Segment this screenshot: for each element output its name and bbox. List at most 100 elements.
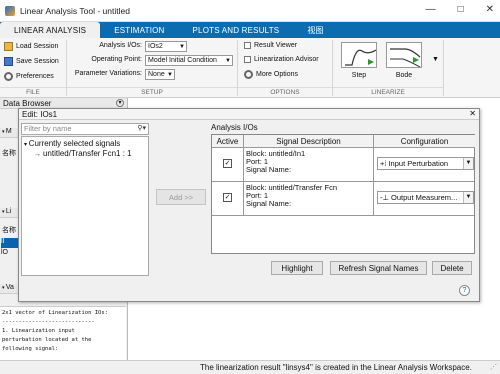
help-icon[interactable]: ?: [459, 285, 470, 296]
tree-root-label: Currently selected signals: [28, 139, 121, 148]
section-header-li[interactable]: ▾ Li: [0, 208, 18, 218]
step-label: Step: [351, 72, 367, 79]
tab-plots-and-results[interactable]: PLOTS AND RESULTS: [179, 22, 294, 38]
tab-linear-analysis[interactable]: LINEAR ANALYSIS: [0, 22, 101, 38]
filter-input[interactable]: Filter by name ⚲▾: [21, 123, 149, 135]
chevron-down-icon: ▼: [463, 192, 473, 203]
chevron-down-icon: ▼: [432, 56, 439, 63]
step-plot-icon: [341, 42, 377, 68]
column-header-configuration[interactable]: Configuration: [374, 135, 475, 148]
result-viewer-label: Result Viewer: [254, 42, 298, 49]
panel-menu-icon[interactable]: ▾: [116, 99, 124, 107]
name-column-header: 名称: [2, 150, 16, 157]
list-item[interactable]: lO: [1, 249, 18, 259]
active-checkbox[interactable]: ✓: [223, 193, 232, 202]
window-title-bar: Linear Analysis Tool - untitled — □ ✕: [0, 0, 500, 22]
file-group-label: FILE: [0, 87, 66, 97]
ribbon: Load Session Save Session Preferences FI…: [0, 38, 500, 98]
signal-name-text: Signal Name:: [246, 199, 292, 208]
section-header-m[interactable]: ▾ M: [0, 128, 18, 138]
console-line: following signal:: [2, 346, 59, 352]
checkbox-icon: [244, 56, 251, 63]
checkbox-icon: [244, 42, 251, 49]
bode-button[interactable]: Bode: [382, 42, 426, 87]
operating-point-value: Model Initial Condition: [148, 57, 217, 64]
operating-point-select[interactable]: Model Initial Condition ▼: [145, 55, 233, 66]
highlight-button[interactable]: Highlight: [271, 261, 323, 275]
column-header-active[interactable]: Active: [212, 135, 244, 148]
setup-group-label: SETUP: [67, 87, 237, 97]
tree-node-signal[interactable]: → untitled/Transfer Fcn1 : 1: [22, 148, 148, 158]
configuration-select[interactable]: +⁞ Input Perturbation ▼: [377, 157, 474, 170]
tab-view[interactable]: 视图: [293, 22, 337, 38]
column-header-signal-description[interactable]: Signal Description: [244, 135, 374, 148]
name-column-header-2: 名称: [2, 227, 16, 234]
chevron-down-icon: ▼: [463, 158, 473, 169]
gear-icon: [4, 72, 13, 81]
chevron-down-icon: ▼: [167, 72, 173, 78]
linearization-advisor-label: Linearization Advisor: [254, 56, 319, 63]
window-title: Linear Analysis Tool - untitled: [20, 5, 130, 16]
active-checkbox[interactable]: ✓: [223, 159, 232, 168]
step-button[interactable]: Step: [337, 42, 381, 87]
section-li-label: Li: [5, 208, 12, 215]
add-button[interactable]: Add >>: [156, 189, 206, 205]
tree-child-label: untitled/Transfer Fcn1 : 1: [42, 149, 132, 158]
list-item[interactable]: lI: [1, 238, 18, 248]
preferences-button[interactable]: Preferences: [4, 72, 54, 81]
console-line: 2x1 vector of Linearization IOs:: [2, 310, 108, 316]
table-row: ✓ Block: untitled/Transfer Fcn Port: 1 S…: [212, 182, 474, 216]
maximize-button[interactable]: □: [458, 4, 464, 15]
status-bar: The linearization result "linsys4" is cr…: [0, 360, 500, 374]
ribbon-tab-bar: LINEAR ANALYSIS ESTIMATION PLOTS AND RES…: [0, 22, 500, 38]
close-button[interactable]: ✕: [486, 4, 494, 15]
more-options-button[interactable]: More Options: [244, 70, 298, 79]
parameter-variations-label: Parameter Variations:: [74, 70, 142, 77]
section-va-label: Va: [5, 284, 14, 291]
data-browser-label: Data Browser: [3, 98, 52, 108]
matlab-app-icon: [5, 5, 15, 16]
tree-node-root[interactable]: ▾ Currently selected signals: [22, 137, 148, 148]
signal-description-cell: Block: untitled/In1 Port: 1 Signal Name:: [244, 148, 374, 182]
configuration-value: Input Perturbation: [388, 159, 449, 168]
section-m-label: M: [5, 128, 12, 135]
configuration-select[interactable]: -⊥ Output Measurem... ▼: [377, 191, 474, 204]
load-session-button[interactable]: Load Session: [4, 42, 58, 51]
load-session-label: Load Session: [16, 43, 59, 50]
dialog-title-bar: Edit: IOs1 ✕: [19, 109, 479, 120]
analysis-ios-value: IOs2: [148, 43, 163, 50]
ribbon-divider: [443, 40, 444, 96]
analysis-ios-section-title: Analysis I/Os: [211, 123, 258, 132]
signal-icon: →: [34, 151, 43, 158]
minimize-button[interactable]: —: [426, 4, 436, 15]
signal-name-text: Signal Name:: [246, 165, 292, 174]
chevron-down-icon: ▼: [179, 44, 185, 50]
parameter-variations-select[interactable]: None ▼: [145, 69, 175, 80]
search-icon[interactable]: ⚲▾: [137, 124, 146, 134]
save-session-button[interactable]: Save Session: [4, 57, 59, 66]
configuration-cell: +⁞ Input Perturbation ▼: [374, 148, 475, 182]
input-perturbation-icon: +⁞: [380, 159, 387, 168]
tab-estimation[interactable]: ESTIMATION: [100, 22, 178, 38]
close-icon[interactable]: ✕: [469, 109, 476, 118]
console-line: perturbation located at the: [2, 337, 92, 343]
signal-description-cell: Block: untitled/Transfer Fcn Port: 1 Sig…: [244, 182, 374, 216]
delete-button[interactable]: Delete: [432, 261, 472, 275]
linearize-more-dropdown[interactable]: ▼: [432, 56, 439, 63]
gear-icon: [244, 70, 253, 79]
linearization-advisor-checkbox[interactable]: Linearization Advisor: [244, 56, 319, 63]
options-group-label: OPTIONS: [238, 87, 332, 97]
bode-plot-icon: [386, 42, 422, 68]
preferences-label: Preferences: [16, 73, 54, 80]
refresh-signal-names-button[interactable]: Refresh Signal Names: [330, 261, 427, 275]
section-header-va[interactable]: ▾ Va: [0, 284, 18, 294]
analysis-ios-select[interactable]: IOs2 ▼: [145, 41, 187, 52]
resize-grip-icon[interactable]: ⋰: [490, 363, 497, 371]
operating-point-label: Operating Point:: [91, 56, 142, 63]
analysis-ios-label: Analysis I/Os:: [99, 42, 142, 49]
more-options-label: More Options: [256, 71, 299, 78]
save-session-label: Save Session: [16, 58, 59, 65]
result-viewer-checkbox[interactable]: Result Viewer: [244, 42, 297, 49]
linearize-group-label: LINEARIZE: [333, 87, 443, 97]
analysis-ios-table: Active Signal Description Configuration …: [211, 134, 475, 254]
